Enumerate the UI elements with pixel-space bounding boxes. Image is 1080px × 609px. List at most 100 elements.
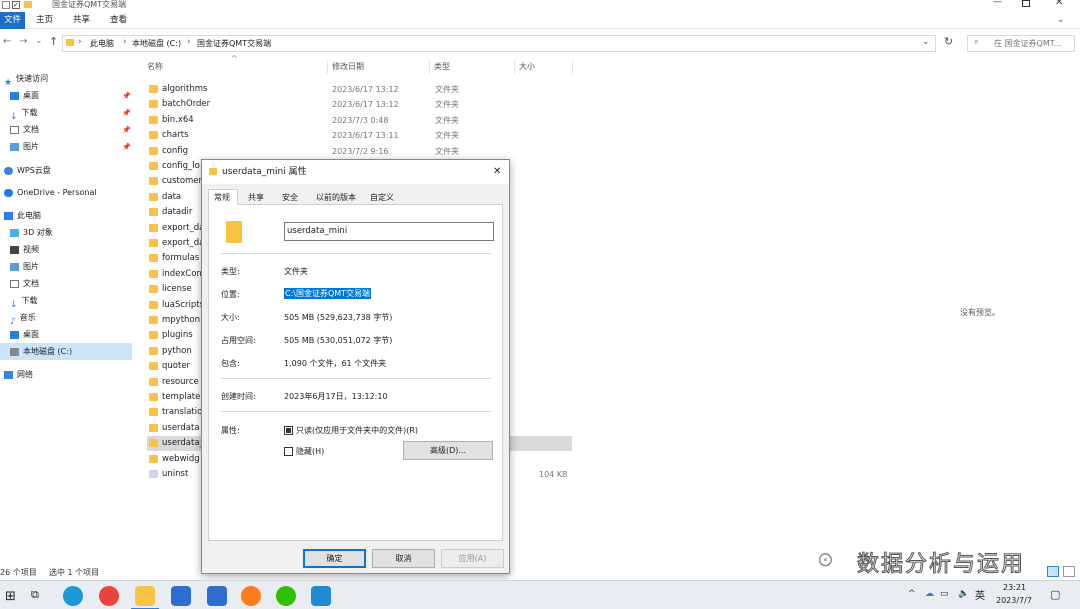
history-chevron-icon[interactable]: ⌄	[35, 36, 43, 46]
tab-view[interactable]: 查看	[110, 12, 127, 29]
back-arrow-icon[interactable]: ←	[3, 36, 11, 47]
forward-arrow-icon[interactable]: →	[19, 36, 27, 47]
column-divider[interactable]	[514, 60, 515, 74]
file-name: bin.x64	[162, 114, 194, 125]
tab-share[interactable]: 共享	[73, 12, 90, 29]
maximize-button[interactable]	[1022, 0, 1030, 7]
column-type[interactable]: 类型	[434, 60, 450, 74]
nav-quick-access[interactable]: ★ 快速访问	[4, 70, 48, 88]
prop-value-contains: 1,090 个文件，61 个文件夹	[284, 359, 387, 368]
vscode-icon[interactable]	[311, 586, 331, 606]
file-name: data	[162, 191, 182, 202]
column-name[interactable]: 名称	[147, 60, 163, 74]
tab-home[interactable]: 主页	[36, 12, 53, 29]
file-name: batchOrder	[162, 99, 211, 110]
file-name: customer	[162, 176, 203, 187]
hidden-checkbox[interactable]	[284, 447, 293, 456]
hidden-label[interactable]: 隐藏(H)	[296, 446, 324, 457]
nav-local-disk-c[interactable]: 本地磁盘 (C:)	[0, 343, 132, 360]
ime-indicator[interactable]: 英	[975, 587, 985, 602]
tab-previous-versions[interactable]: 以前的版本	[312, 190, 360, 205]
nav-pictures[interactable]: 图片	[10, 138, 39, 155]
tab-file[interactable]: 文件	[0, 12, 26, 29]
cancel-button[interactable]: 取消	[372, 549, 435, 568]
address-dropdown-icon[interactable]: ⌄	[922, 37, 930, 47]
clock-date[interactable]: 2023/7/7	[996, 596, 1032, 605]
tab-security[interactable]: 安全	[278, 190, 302, 205]
wechat-icon[interactable]	[276, 586, 296, 606]
close-window-button[interactable]: ✕	[1055, 0, 1063, 8]
nav-onedrive[interactable]: OneDrive - Personal	[4, 184, 97, 201]
list-item[interactable]: batchOrder 2023/6/17 13:12 文件夹	[147, 97, 572, 112]
large-icons-view-icon[interactable]	[1063, 566, 1075, 577]
picture-icon	[10, 142, 19, 151]
file-size: 104 KB	[539, 470, 568, 479]
address-box[interactable]: › 此电脑 › 本地磁盘 (C:) › 国金证券QMT交易端 ⌄	[62, 35, 936, 52]
column-divider[interactable]	[429, 60, 430, 74]
folder-icon	[149, 192, 158, 201]
window-icon	[2, 1, 10, 9]
advanced-button[interactable]: 高级(D)...	[403, 441, 493, 460]
windows-start-icon[interactable]: ⊞	[5, 589, 16, 604]
tab-customize[interactable]: 自定义	[366, 190, 398, 205]
network-tray-icon[interactable]: ▭	[940, 589, 949, 599]
dialog-close-button[interactable]: ✕	[493, 160, 501, 184]
edge-icon[interactable]	[63, 586, 83, 606]
file-name: quoter	[162, 361, 191, 372]
file-date: 2023/7/2 9:16	[332, 146, 389, 156]
list-item[interactable]: bin.x64 2023/7/3 0:48 文件夹	[147, 113, 572, 128]
list-item[interactable]: config 2023/7/2 9:16 文件夹	[147, 144, 572, 159]
refresh-icon[interactable]: ↻	[944, 35, 953, 48]
nav-music[interactable]: ♪ 音乐	[10, 309, 36, 327]
list-item[interactable]: algorithms 2023/6/17 13:12 文件夹	[147, 82, 572, 97]
nav-this-pc[interactable]: 此电脑	[4, 207, 41, 224]
file-name: license	[162, 284, 192, 295]
tab-general[interactable]: 常规	[210, 190, 234, 205]
file-name: luaScripts	[162, 299, 205, 310]
breadcrumb-this-pc[interactable]: 此电脑	[90, 38, 114, 49]
checkbox-icon[interactable]: ✓	[12, 1, 20, 9]
ribbon-expand-icon[interactable]: ⌄	[1057, 15, 1065, 25]
column-size[interactable]: 大小	[519, 60, 535, 74]
readonly-label[interactable]: 只读(仅应用于文件夹中的文件)(R)	[296, 425, 418, 436]
notification-icon[interactable]: ▢	[1050, 588, 1060, 601]
firefox-icon[interactable]	[241, 586, 261, 606]
search-input[interactable]: ⌕ 在 国金证券QMT...	[967, 35, 1075, 52]
up-arrow-icon[interactable]: ↑	[49, 35, 58, 48]
nav-documents[interactable]: 文档	[10, 121, 39, 138]
nav-3d-objects[interactable]: 3D 对象	[10, 224, 53, 241]
file-explorer-icon[interactable]	[135, 586, 155, 606]
list-item[interactable]: charts 2023/6/17 13:11 文件夹	[147, 128, 572, 143]
column-divider[interactable]	[572, 60, 573, 74]
nav-wps-cloud[interactable]: WPS云盘	[4, 162, 51, 179]
tab-sharing[interactable]: 共享	[244, 190, 268, 205]
nav-downloads[interactable]: ↓ 下载	[10, 104, 38, 122]
nav-videos[interactable]: 视频	[10, 241, 39, 258]
chrome-icon[interactable]	[99, 586, 119, 606]
readonly-checkbox[interactable]	[284, 426, 293, 435]
volume-icon[interactable]: 🔈	[958, 589, 969, 599]
qmt-app-icon-2[interactable]	[207, 586, 227, 606]
ok-button[interactable]: 确定	[303, 549, 366, 568]
nav-downloads-pc[interactable]: ↓ 下载	[10, 292, 38, 310]
nav-pictures-pc[interactable]: 图片	[10, 258, 39, 275]
qmt-app-icon[interactable]	[171, 586, 191, 606]
breadcrumb-qmt[interactable]: 国金证券QMT交易端	[197, 38, 271, 49]
column-date[interactable]: 修改日期	[332, 60, 364, 74]
task-view-icon[interactable]: ⧉	[31, 588, 39, 602]
apply-button[interactable]: 应用(A)	[441, 549, 504, 568]
nav-documents-pc[interactable]: 文档	[10, 275, 39, 292]
breadcrumb-drive-c[interactable]: 本地磁盘 (C:)	[132, 38, 181, 49]
chevron-up-icon[interactable]: ^	[908, 589, 916, 599]
clock-time[interactable]: 23:21	[1003, 583, 1026, 592]
minimize-button[interactable]: —	[993, 0, 1002, 7]
nav-desktop[interactable]: 桌面	[10, 87, 39, 104]
folder-icon	[149, 131, 158, 140]
nav-desktop-pc[interactable]: 桌面	[10, 326, 39, 343]
details-view-icon[interactable]	[1047, 566, 1059, 577]
column-divider[interactable]	[327, 60, 328, 74]
nav-network[interactable]: 网络	[4, 366, 33, 383]
folder-name-input[interactable]: userdata_mini	[284, 222, 494, 241]
prop-value-location[interactable]: C:\国金证券QMT交易端	[284, 288, 372, 299]
cloud-tray-icon[interactable]: ☁	[925, 589, 934, 599]
